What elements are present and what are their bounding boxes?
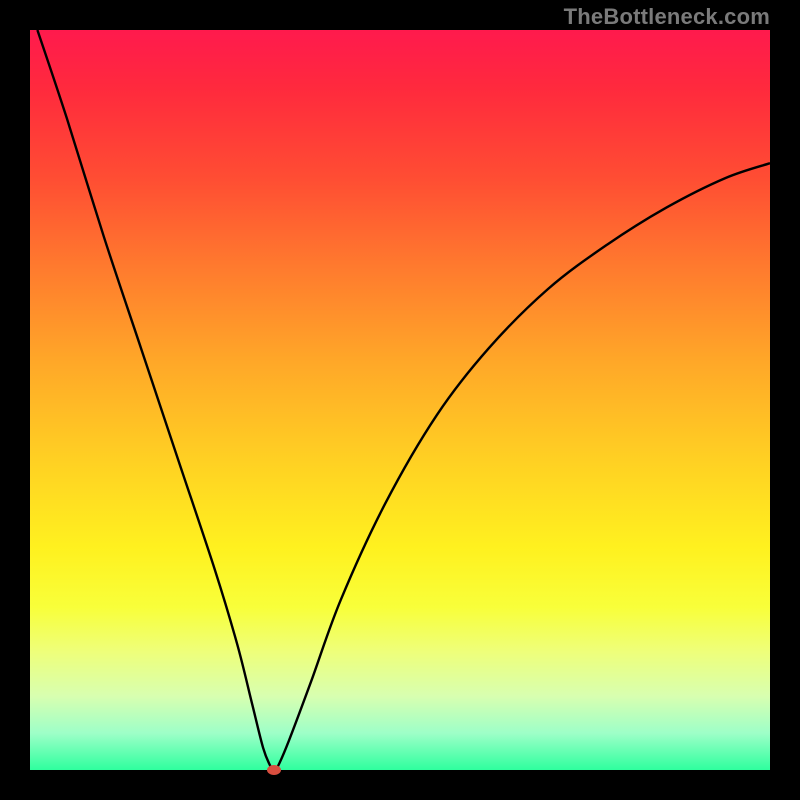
watermark-text: TheBottleneck.com — [564, 4, 770, 30]
chart-frame: TheBottleneck.com — [0, 0, 800, 800]
minimum-marker — [267, 765, 281, 775]
plot-area — [30, 30, 770, 770]
curve-svg — [30, 30, 770, 770]
bottleneck-curve — [37, 30, 770, 770]
